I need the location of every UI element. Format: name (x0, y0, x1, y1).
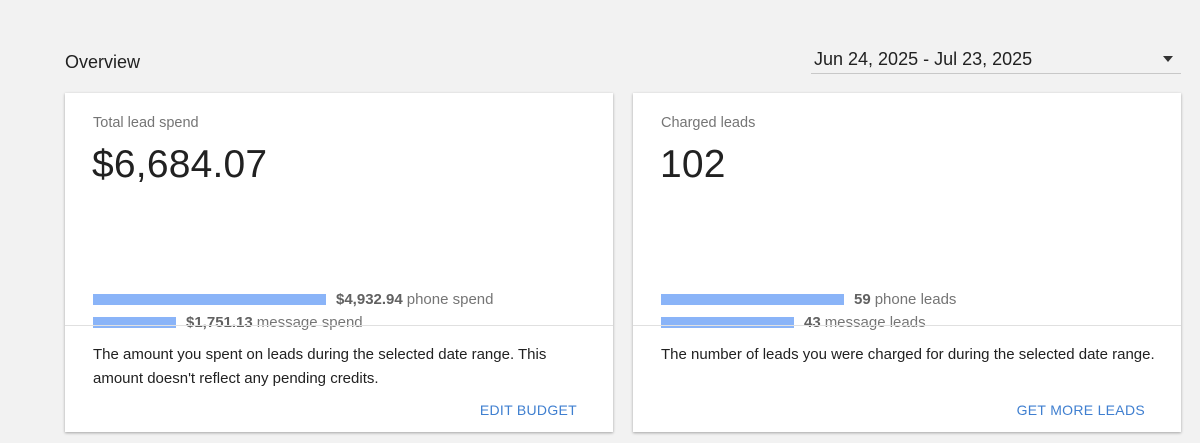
phone-spend-value: $4,932.94 (336, 290, 403, 308)
card-divider (65, 325, 613, 326)
edit-budget-button[interactable]: EDIT BUDGET (480, 402, 577, 418)
phone-leads-bar (661, 293, 844, 305)
phone-leads-row: 59 phone leads (661, 289, 956, 309)
phone-spend-row: $4,932.94 phone spend (93, 289, 493, 309)
total-lead-spend-card: Total lead spend $6,684.07 $4,932.94 pho… (65, 93, 613, 432)
charged-leads-card: Charged leads 102 59 phone leads 43 mess… (633, 93, 1181, 432)
card-description: The number of leads you were charged for… (661, 346, 1155, 363)
phone-leads-value: 59 (854, 290, 871, 308)
overview-title: Overview (65, 52, 141, 72)
message-spend-value: $1,751.13 (186, 313, 253, 331)
phone-leads-label: phone leads (874, 290, 957, 308)
card-description: The amount you spent on leads during the… (93, 346, 547, 387)
card-divider (633, 325, 1181, 326)
date-range-select[interactable]: Jun 24, 2025 - Jul 23, 2025 (811, 44, 1181, 74)
message-leads-label: message leads (824, 313, 926, 331)
get-more-leads-button[interactable]: GET MORE LEADS (1017, 402, 1145, 418)
card-label: Total lead spend (93, 115, 199, 131)
total-spend-value: $6,684.07 (92, 143, 268, 186)
dropdown-arrow-icon (1163, 56, 1173, 62)
message-leads-value: 43 (804, 313, 821, 331)
card-label: Charged leads (661, 115, 756, 131)
date-range-value: Jun 24, 2025 - Jul 23, 2025 (814, 49, 1033, 69)
message-spend-row: $1,751.13 message spend (93, 312, 363, 332)
message-spend-label: message spend (256, 313, 363, 331)
charged-leads-value: 102 (660, 143, 726, 186)
phone-spend-label: phone spend (406, 290, 494, 308)
message-leads-row: 43 message leads (661, 312, 926, 332)
phone-spend-bar (93, 293, 326, 305)
